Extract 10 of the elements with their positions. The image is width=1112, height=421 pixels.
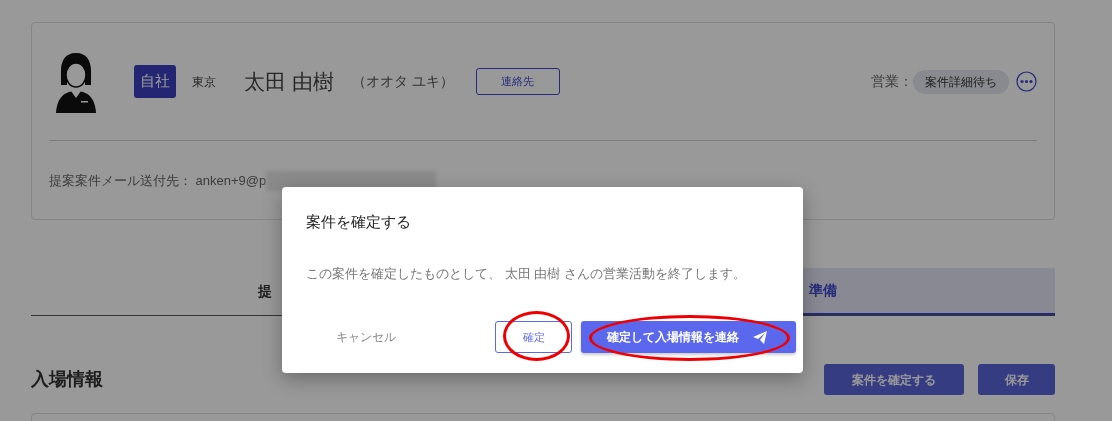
name-reading: （オオタ ユキ）	[351, 72, 454, 91]
status-label: 営業：	[871, 72, 913, 91]
section-title: 入場情報	[31, 368, 103, 391]
location-text: 東京	[192, 73, 216, 91]
dialog-message: この案件を確定したものとして、 太田 由樹 さんの営業活動を終了します。	[306, 264, 747, 283]
person-name: 太田 由樹	[244, 68, 334, 95]
email-text: 提案案件メール送付先： anken+9@p	[49, 172, 267, 191]
status-badge: 案件詳細待ち	[913, 69, 1009, 94]
dialog-title: 案件を確定する	[306, 212, 412, 232]
company-badge: 自社	[134, 65, 176, 98]
